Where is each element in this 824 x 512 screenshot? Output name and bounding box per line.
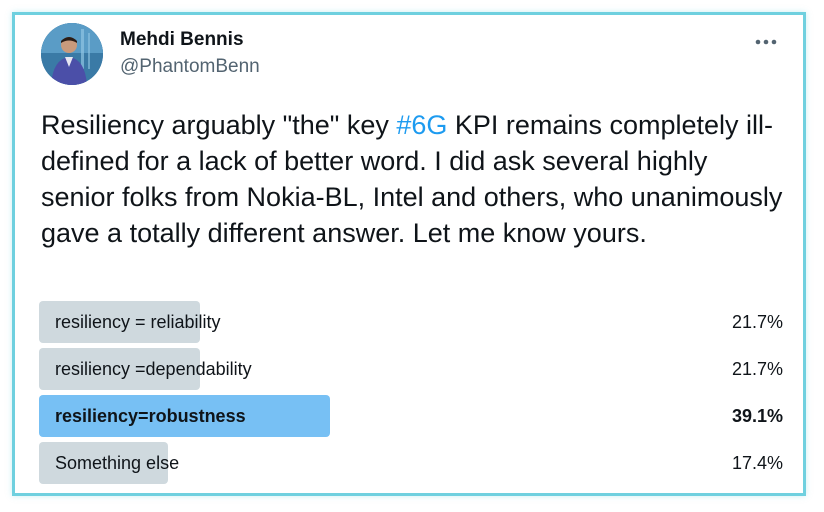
poll-option: resiliency = reliability 21.7% (39, 301, 783, 343)
poll-option-percent: 17.4% (731, 453, 783, 473)
tweet-text: Resiliency arguably "the" key #6G KPI re… (41, 107, 786, 251)
poll: resiliency = reliability 21.7% resilienc… (39, 301, 783, 489)
hashtag-link[interactable]: #6G (396, 110, 447, 140)
poll-option: Something else 17.4% (39, 442, 783, 484)
poll-option-percent: 21.7% (731, 312, 783, 332)
more-horizontal-icon (755, 39, 777, 45)
tweet-card: Mehdi Bennis @PhantomBenn Resiliency arg… (12, 12, 806, 496)
poll-option-label: resiliency = reliability (55, 312, 221, 332)
poll-option: resiliency =dependability 21.7% (39, 348, 783, 390)
poll-option-label: Something else (55, 453, 180, 473)
avatar[interactable] (41, 23, 103, 85)
poll-option-percent: 21.7% (731, 359, 783, 379)
author-name[interactable]: Mehdi Bennis (120, 29, 244, 51)
poll-option-label: resiliency =dependability (55, 359, 252, 379)
author-handle[interactable]: @PhantomBenn (120, 56, 260, 78)
tweet-text-start: Resiliency arguably "the" key (41, 110, 397, 140)
poll-option-label: resiliency=robustness (55, 406, 246, 426)
poll-option-winner: resiliency=robustness 39.1% (39, 395, 783, 437)
avatar-photo (41, 23, 103, 85)
more-options-button[interactable] (751, 29, 781, 55)
poll-option-percent: 39.1% (731, 406, 783, 426)
